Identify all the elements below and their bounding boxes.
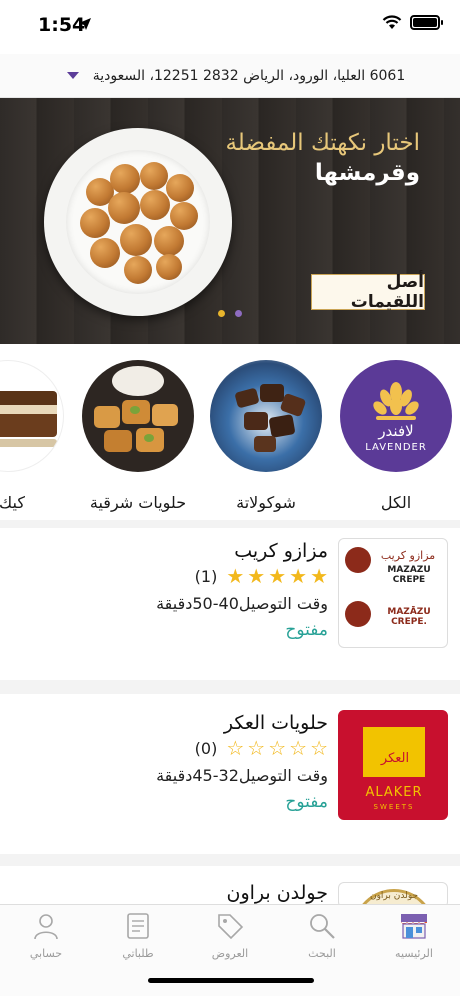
restaurant-logo: مزازو كريب MAZAZU CREPE MAZĀZU CREPE. xyxy=(338,538,448,648)
logo-english-text-2: SWEETS xyxy=(373,803,415,811)
rating-stars: ★ ★ ★ ★ ★ (1) xyxy=(195,566,328,586)
restaurant-name: جولدن براون xyxy=(226,882,329,904)
logo-english-text-2: MAZĀZU CREPE. xyxy=(387,607,431,627)
logo-english-text: ALAKER xyxy=(365,785,423,800)
tab-home[interactable]: الرئيسيه xyxy=(368,911,460,969)
search-icon xyxy=(307,911,337,941)
restaurant-logo: العكر ALAKER SWEETS xyxy=(338,710,448,820)
delivery-time: وقت التوصيل32-45دقيقة xyxy=(156,766,328,785)
logo-arabic-text: العكر xyxy=(380,751,410,766)
cake-image xyxy=(0,360,64,472)
star-filled-icon: ★ xyxy=(247,564,266,588)
status-bar: 1:54 xyxy=(0,0,460,54)
store-icon xyxy=(399,911,429,941)
promo-banner[interactable]: اختار نكهتك المفضلة وقرمشها أصل اللقيمات xyxy=(0,98,460,344)
tab-label: الرئيسيه xyxy=(395,947,433,960)
open-status: مفتوح xyxy=(285,620,328,640)
address-text: 6061 العليا، الورود، الرياض 2832 12251، … xyxy=(92,67,406,84)
restaurant-card-mazazu[interactable]: مزازو كريب MAZAZU CREPE MAZĀZU CREPE. مز… xyxy=(0,528,460,680)
battery-icon xyxy=(410,15,443,30)
delivery-time: وقت التوصيل40-50دقيقة xyxy=(156,594,328,613)
banner-pagination[interactable] xyxy=(0,310,460,317)
restaurant-name: حلويات العكر xyxy=(223,712,328,734)
restaurant-card-golden-brown[interactable]: جولدن براون جولدن براون xyxy=(0,866,460,908)
logo-arabic-text: جولدن براون xyxy=(369,891,419,901)
tab-label: العروض xyxy=(211,947,249,960)
rating-count: (0) xyxy=(194,738,218,758)
tab-label: طلباتي xyxy=(122,947,154,960)
address-selector[interactable]: 6061 العليا، الورود، الرياض 2832 12251، … xyxy=(0,54,460,98)
star-empty-icon: ☆ xyxy=(289,736,308,760)
tag-icon xyxy=(215,911,245,941)
tab-label: البحث xyxy=(308,947,336,960)
pagination-dot[interactable] xyxy=(218,310,225,317)
restaurant-name: مزازو كريب xyxy=(234,540,328,562)
rating-count: (1) xyxy=(194,566,218,586)
star-empty-icon: ☆ xyxy=(310,736,328,760)
star-filled-icon: ★ xyxy=(226,564,245,588)
banner-brand-logo: أصل اللقيمات xyxy=(311,272,425,312)
lavender-logo-text: لافندر xyxy=(378,422,414,440)
star-filled-icon: ★ xyxy=(268,564,287,588)
chevron-down-icon xyxy=(66,72,79,79)
lavender-logo: لافندر LAVENDER xyxy=(340,360,452,472)
category-all[interactable]: لافندر LAVENDER الكل xyxy=(340,360,452,512)
plate-image xyxy=(44,128,232,316)
oriental-sweets-image xyxy=(82,360,194,472)
logo-arabic-text: مزازو كريب xyxy=(380,549,436,562)
tab-orders[interactable]: طلباتي xyxy=(92,911,184,969)
lavender-logo-sub: LAVENDER xyxy=(365,442,427,453)
category-label: كيك xyxy=(0,493,25,512)
status-indicators xyxy=(382,15,443,30)
category-cake[interactable]: كيك xyxy=(0,360,64,512)
pagination-dot[interactable] xyxy=(235,310,242,317)
category-carousel[interactable]: لافندر LAVENDER الكل شوكولاتة حلويات شرق… xyxy=(0,344,460,520)
rating-stars: ☆ ☆ ☆ ☆ ☆ (0) xyxy=(195,738,328,758)
tab-label: حسابي xyxy=(29,947,63,960)
banner-subtitle: وقرمشها xyxy=(314,160,420,186)
tab-profile[interactable]: حسابي xyxy=(0,911,92,969)
home-indicator xyxy=(148,978,314,983)
banner-logo-text: أصل اللقيمات xyxy=(350,272,424,312)
star-filled-icon: ★ xyxy=(310,564,328,588)
tab-search[interactable]: البحث xyxy=(276,911,368,969)
star-empty-icon: ☆ xyxy=(268,736,287,760)
star-empty-icon: ☆ xyxy=(226,736,245,760)
open-status: مفتوح xyxy=(285,792,328,812)
star-empty-icon: ☆ xyxy=(247,736,266,760)
wifi-icon xyxy=(382,15,402,29)
location-arrow-icon xyxy=(79,18,91,30)
lavender-flower-icon xyxy=(373,382,419,420)
banner-title: اختار نكهتك المفضلة xyxy=(225,130,420,156)
chocolate-image xyxy=(210,360,322,472)
logo-english-text: MAZAZU CREPE xyxy=(387,565,431,585)
orders-icon xyxy=(123,911,153,941)
profile-icon xyxy=(31,911,61,941)
restaurant-card-alaker[interactable]: العكر ALAKER SWEETS حلويات العكر ☆ ☆ ☆ ☆… xyxy=(0,694,460,854)
tab-offers[interactable]: العروض xyxy=(184,911,276,969)
category-oriental-sweets[interactable]: حلويات شرقية xyxy=(82,360,194,512)
star-filled-icon: ★ xyxy=(289,564,308,588)
category-chocolate[interactable]: شوكولاتة xyxy=(210,360,322,512)
app-screen: 1:54 6061 العليا، الورود، الرياض 2832 12… xyxy=(0,0,460,996)
